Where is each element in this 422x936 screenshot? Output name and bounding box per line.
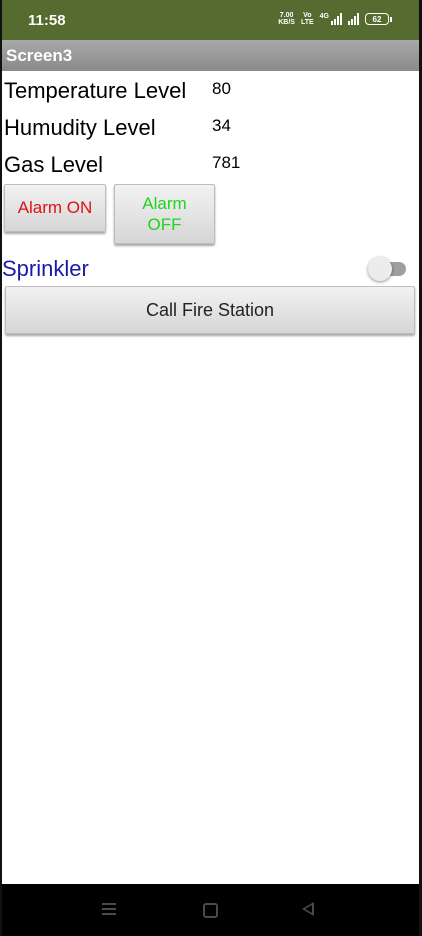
- call-fire-station-button[interactable]: Call Fire Station: [5, 286, 415, 334]
- temperature-value: 80: [212, 79, 231, 98]
- menu-icon[interactable]: [102, 903, 116, 917]
- signal-icon: [348, 13, 359, 25]
- humidity-value: 34: [212, 116, 231, 135]
- frame-edge-left: [0, 0, 2, 936]
- screen-title: Screen3: [6, 46, 73, 65]
- battery-level: 62: [365, 13, 389, 25]
- home-icon[interactable]: [203, 903, 218, 918]
- navigation-bar: [0, 884, 422, 936]
- temperature-label: Temperature Level: [4, 78, 187, 103]
- status-bar: 11:58 7.00 KB/S Vo LTE 4G 62: [0, 0, 422, 40]
- network-speed: 7.00 KB/S: [278, 12, 295, 26]
- gas-value: 781: [212, 153, 241, 172]
- signal-4g-icon: 4G: [320, 13, 342, 25]
- sprinkler-switch[interactable]: [368, 257, 408, 281]
- title-bar: Screen3: [2, 40, 419, 71]
- sprinkler-label: Sprinkler: [2, 256, 89, 281]
- back-icon[interactable]: [302, 902, 314, 916]
- status-time: 11:58: [28, 12, 66, 29]
- alarm-off-button[interactable]: Alarm OFF: [114, 184, 215, 244]
- status-icons: 7.00 KB/S Vo LTE 4G 62: [278, 12, 392, 26]
- switch-thumb: [368, 257, 392, 281]
- volte-icon: Vo LTE: [300, 12, 314, 26]
- humidity-label: Humudity Level: [4, 115, 156, 140]
- app-screen: 11:58 7.00 KB/S Vo LTE 4G 62 Screen3 Tem…: [0, 0, 422, 936]
- alarm-on-button[interactable]: Alarm ON: [4, 184, 106, 232]
- battery-icon: 62: [365, 13, 392, 25]
- gas-label: Gas Level: [4, 152, 104, 177]
